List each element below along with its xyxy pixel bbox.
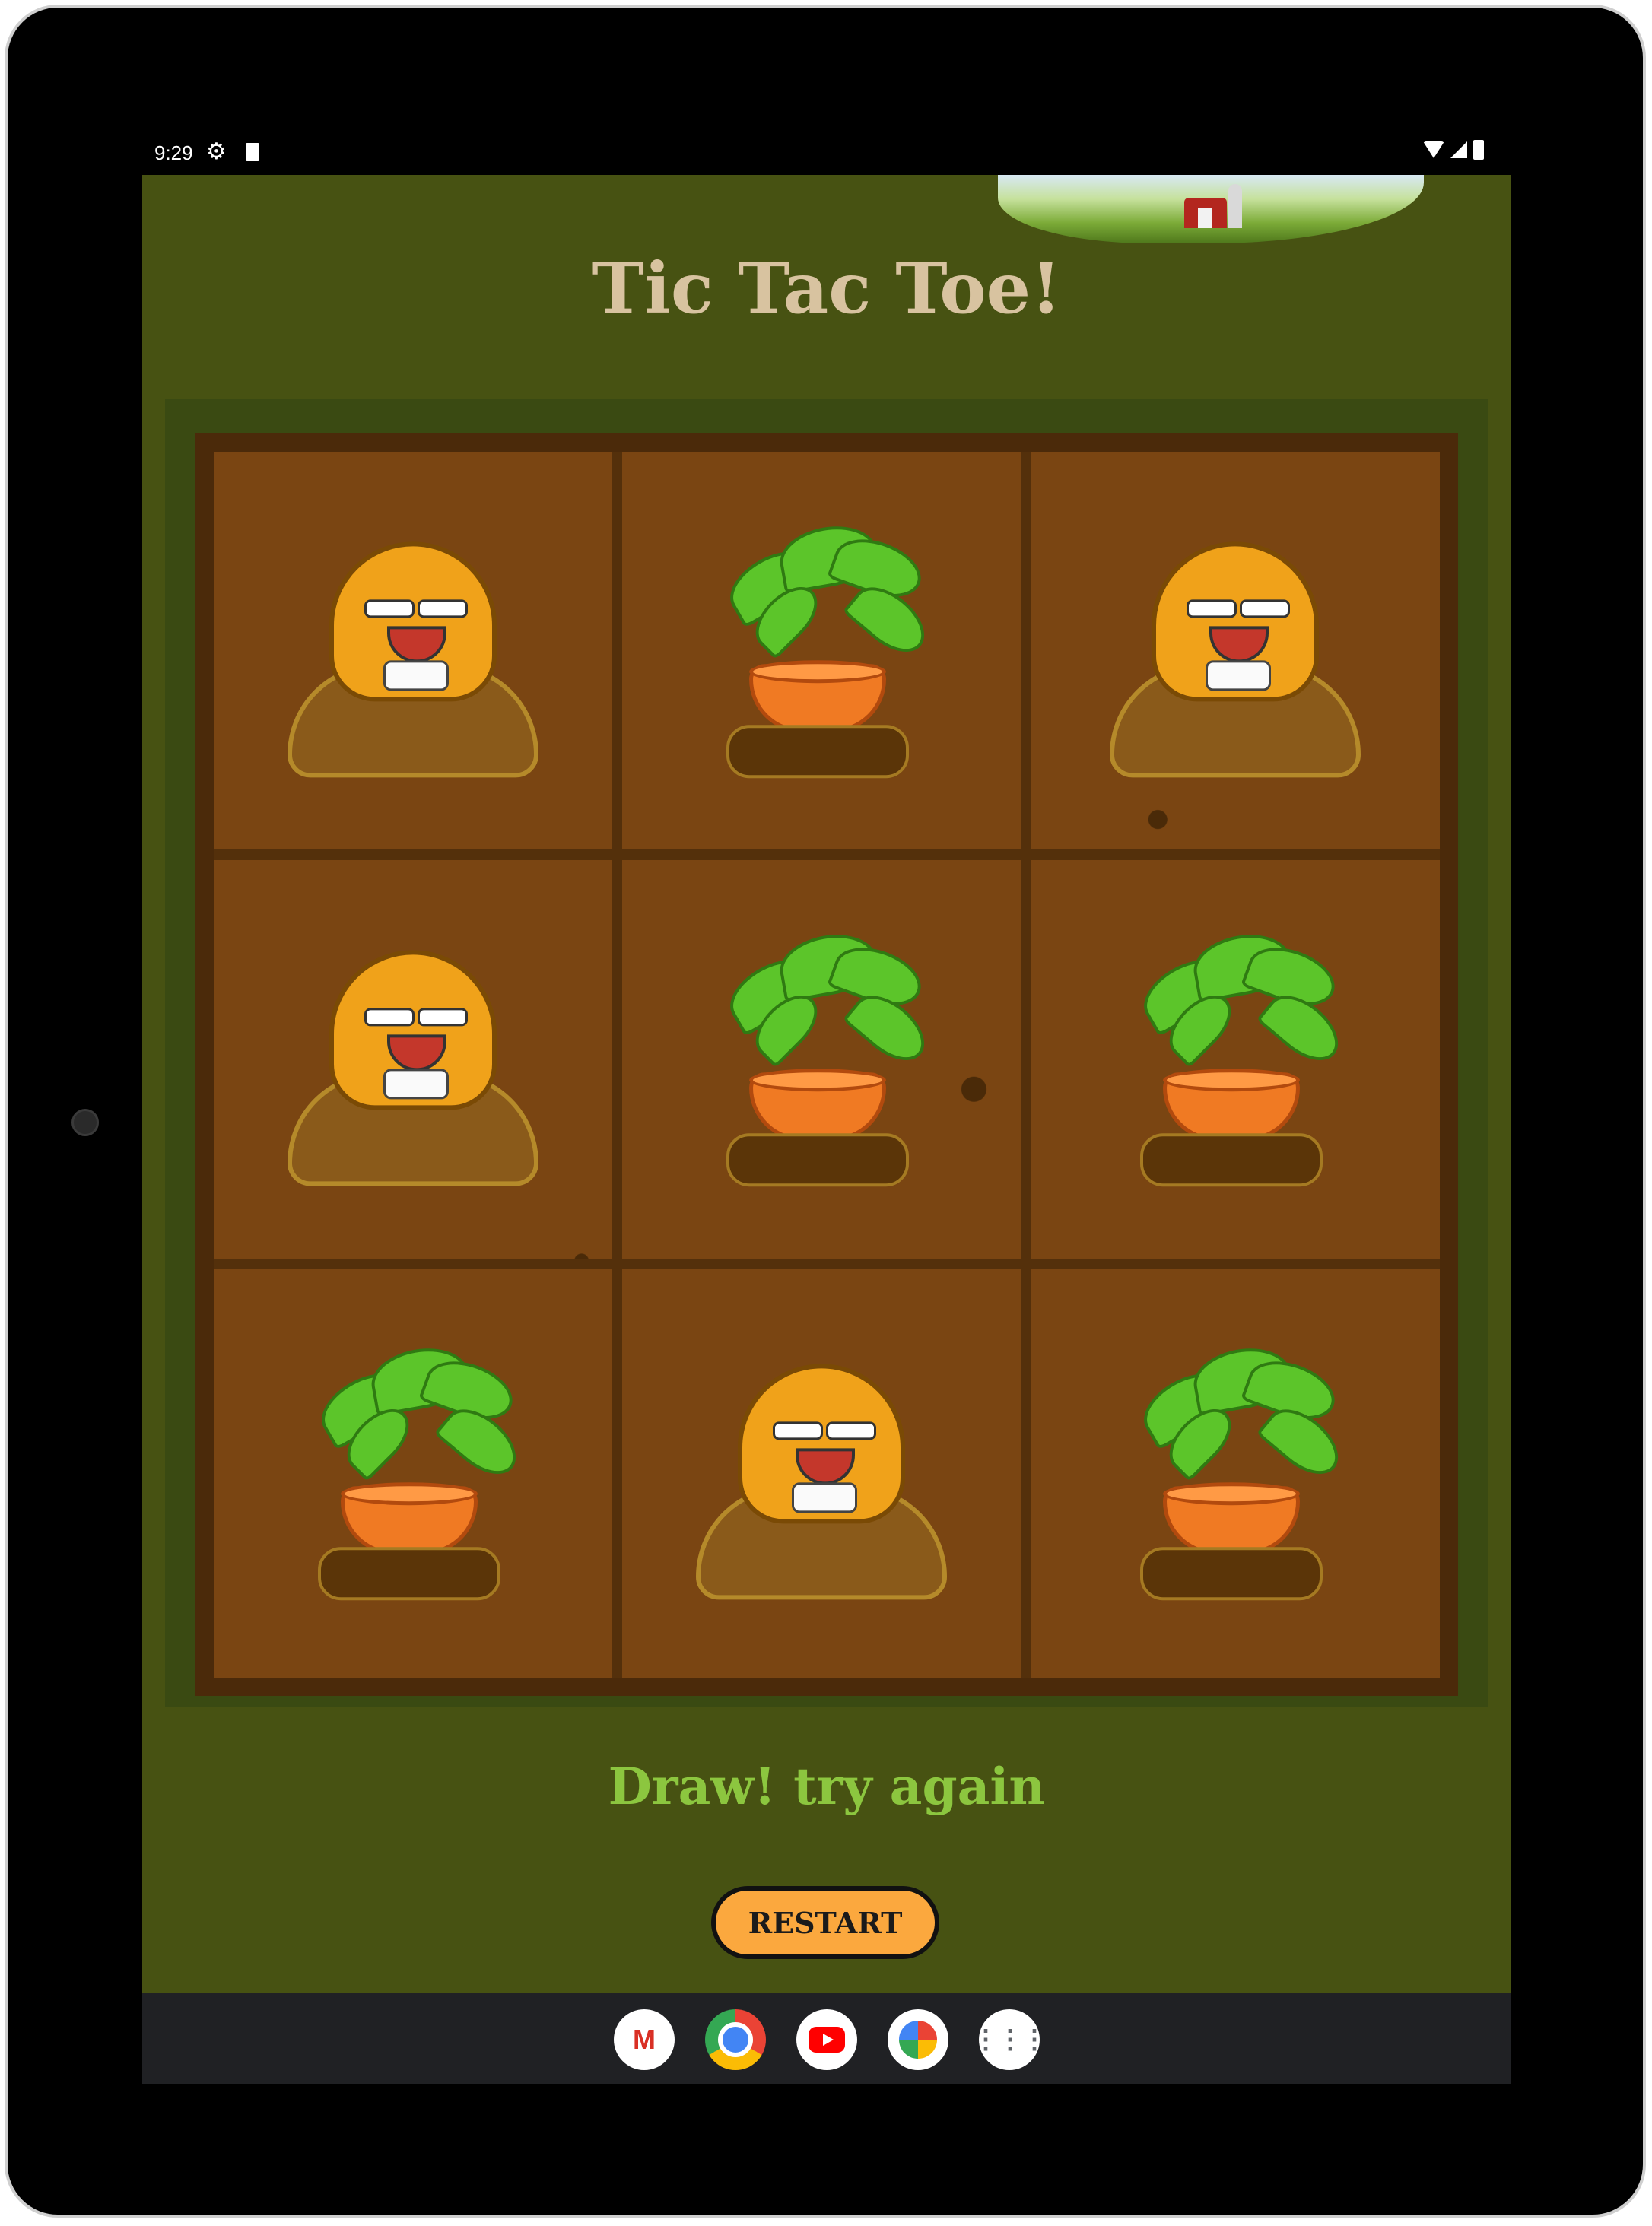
chrome-icon[interactable] <box>705 2009 766 2070</box>
carrot-icon <box>696 927 947 1202</box>
mole-icon <box>287 942 538 1186</box>
mole-icon <box>287 534 538 778</box>
settings-gear-icon: ⚙ <box>206 139 227 164</box>
app-dock: M ⋮⋮⋮ <box>142 2009 1511 2070</box>
wifi-icon <box>1423 141 1444 158</box>
game-app: Tic Tac Toe! Draw! try again RESTART <box>142 175 1511 1993</box>
status-bar: 9:29 ⚙ <box>142 129 1511 175</box>
mole-icon <box>1110 534 1361 778</box>
carrot-icon <box>288 1341 538 1616</box>
board-cell-0-1[interactable] <box>622 452 1031 861</box>
photos-icon[interactable] <box>888 2009 948 2070</box>
status-time: 9:29 <box>154 141 193 164</box>
board-cell-2-0[interactable] <box>214 1269 623 1678</box>
screen: 9:29 ⚙ Tic Tac Toe! Draw! try again REST… <box>142 129 1511 2084</box>
youtube-icon[interactable] <box>796 2009 857 2070</box>
garden-field <box>195 433 1458 1696</box>
app-drawer-icon[interactable]: ⋮⋮⋮ <box>973 2009 1047 2070</box>
front-camera <box>71 1109 99 1136</box>
board-cell-2-1[interactable] <box>622 1269 1031 1678</box>
cell-signal-icon <box>1450 141 1467 158</box>
carrot-icon <box>696 519 947 793</box>
page-title: Tic Tac Toe! <box>592 247 1062 329</box>
board-cell-2-2[interactable] <box>1031 1269 1440 1678</box>
battery-icon <box>1473 140 1484 160</box>
board-cell-1-0[interactable] <box>214 860 623 1269</box>
board-grid <box>214 452 1440 1678</box>
board-cell-0-2[interactable] <box>1031 452 1440 861</box>
taskbar: M ⋮⋮⋮ <box>142 1993 1511 2084</box>
result-text: Draw! try again <box>608 1757 1046 1816</box>
restart-button[interactable]: RESTART <box>711 1886 939 1959</box>
board-cell-1-1[interactable] <box>622 860 1031 1269</box>
status-icons <box>1423 140 1484 160</box>
board-cell-0-0[interactable] <box>214 452 623 861</box>
gmail-icon[interactable]: M <box>614 2009 675 2070</box>
board-cell-1-2[interactable] <box>1031 860 1440 1269</box>
sd-card-icon <box>246 143 259 161</box>
barn-icon <box>1184 198 1227 228</box>
mole-icon <box>695 1357 947 1600</box>
game-board <box>165 399 1488 1707</box>
silo-shape <box>1228 184 1242 228</box>
carrot-icon <box>1110 927 1361 1202</box>
carrot-icon <box>1110 1341 1361 1616</box>
